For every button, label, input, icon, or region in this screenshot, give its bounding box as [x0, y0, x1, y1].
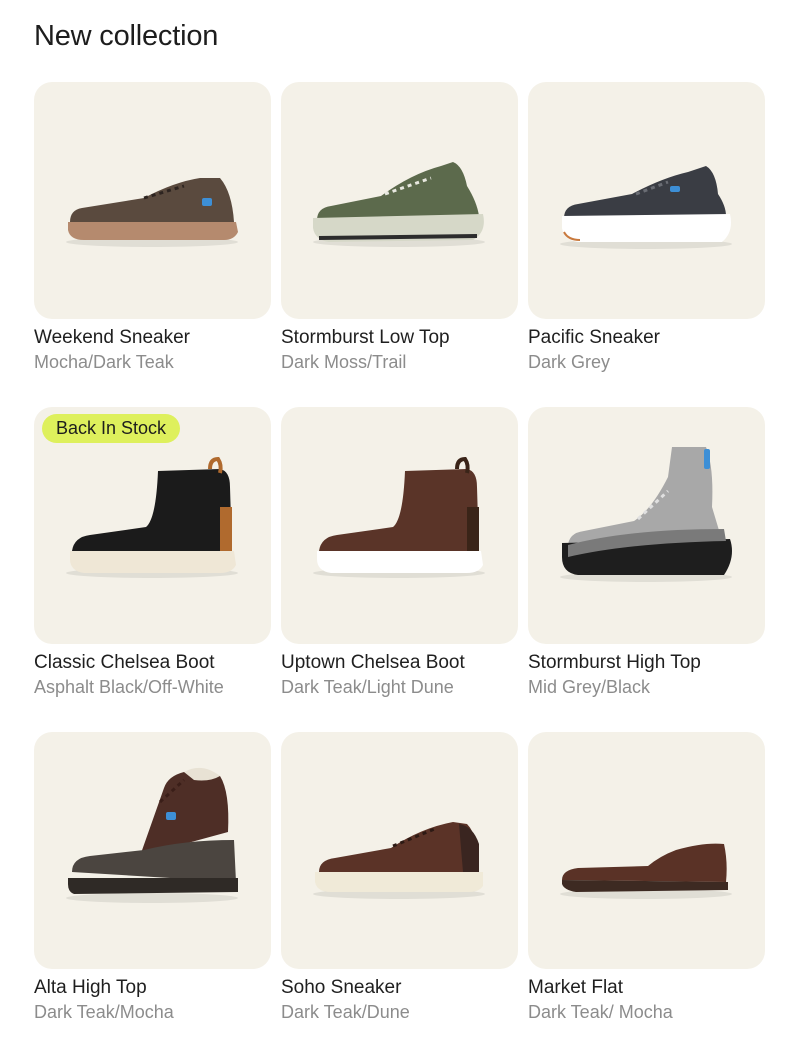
product-card[interactable]: Pacific Sneaker Dark Grey	[528, 82, 765, 407]
product-image[interactable]	[34, 732, 271, 969]
hiking-boot-icon	[66, 767, 238, 903]
page-title: New collection	[34, 20, 219, 52]
product-variant: Dark Teak/Dune	[281, 1002, 410, 1022]
product-image[interactable]	[34, 82, 271, 319]
product-image[interactable]	[528, 407, 765, 644]
product-name[interactable]: Stormburst Low Top	[281, 327, 518, 349]
product-name[interactable]: Market Flat	[528, 977, 765, 999]
product-card[interactable]: Uptown Chelsea Boot Dark Teak/Light Dune	[281, 407, 518, 732]
product-variant: Dark Grey	[528, 352, 611, 372]
back-in-stock-badge: Back In Stock	[42, 414, 181, 443]
product-image[interactable]	[528, 732, 765, 969]
product-variant: Mocha/Dark Teak	[34, 352, 174, 372]
product-variant: Dark Moss/Trail	[281, 352, 407, 372]
product-variant: Dark Teak/ Mocha	[528, 1002, 673, 1022]
product-variant: Asphalt Black/Off-White	[34, 677, 224, 697]
product-image[interactable]	[528, 82, 765, 319]
product-name[interactable]: Alta High Top	[34, 977, 271, 999]
product-card[interactable]: Weekend Sneaker Mocha/Dark Teak	[34, 82, 271, 407]
product-card[interactable]: Market Flat Dark Teak/ Mocha	[528, 732, 765, 1057]
product-image[interactable]	[281, 82, 518, 319]
product-card[interactable]: Soho Sneaker Dark Teak/Dune	[281, 732, 518, 1057]
product-image[interactable]	[281, 407, 518, 644]
product-name[interactable]: Stormburst High Top	[528, 652, 765, 674]
product-image[interactable]	[281, 732, 518, 969]
sneaker-icon	[560, 166, 732, 249]
product-card[interactable]: Alta High Top Dark Teak/Mocha	[34, 732, 271, 1057]
product-name[interactable]: Pacific Sneaker	[528, 327, 765, 349]
product-name[interactable]: Uptown Chelsea Boot	[281, 652, 518, 674]
product-name[interactable]: Soho Sneaker	[281, 977, 518, 999]
product-name[interactable]: Weekend Sneaker	[34, 327, 271, 349]
leather-sneaker-icon	[313, 822, 485, 899]
product-image[interactable]: Back In Stock	[34, 407, 271, 644]
product-variant: Dark Teak/Light Dune	[281, 677, 454, 697]
product-name[interactable]: Classic Chelsea Boot	[34, 652, 271, 674]
product-card[interactable]: Back In Stock Classic Chelsea Boot Aspha…	[34, 407, 271, 732]
trail-sneaker-icon	[313, 162, 485, 247]
product-variant: Dark Teak/Mocha	[34, 1002, 174, 1022]
high-top-icon	[560, 447, 732, 582]
product-card[interactable]: Stormburst Low Top Dark Moss/Trail	[281, 82, 518, 407]
product-variant: Mid Grey/Black	[528, 677, 651, 697]
chelsea-boot-icon	[313, 456, 485, 578]
sneaker-icon	[66, 178, 238, 247]
product-grid: Weekend Sneaker Mocha/Dark Teak Stormbur…	[34, 82, 766, 1057]
flat-icon	[560, 843, 732, 899]
product-card[interactable]: Stormburst High Top Mid Grey/Black	[528, 407, 765, 732]
